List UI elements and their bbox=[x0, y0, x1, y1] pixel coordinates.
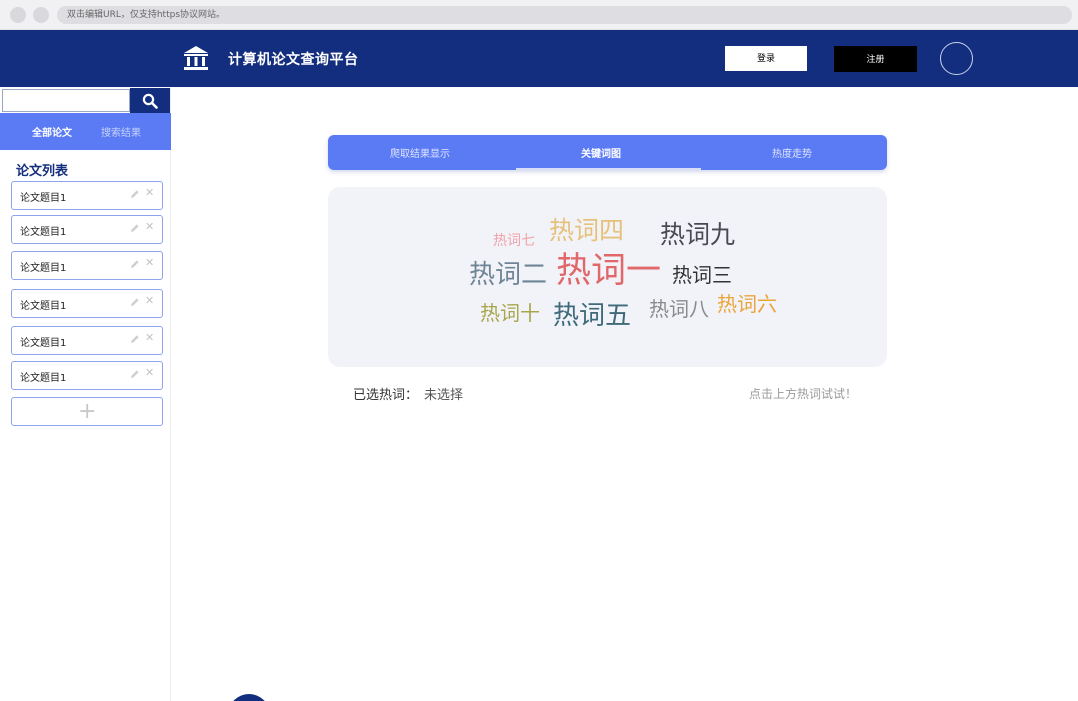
pencil-icon[interactable] bbox=[130, 369, 140, 379]
tab-crawl-results[interactable]: 爬取结果显示 bbox=[390, 145, 450, 160]
close-icon[interactable]: ✕ bbox=[145, 366, 154, 380]
hot-word-9[interactable]: 热词九 bbox=[660, 222, 735, 247]
hot-word-6[interactable]: 热词六 bbox=[717, 294, 777, 314]
register-button[interactable]: 注册 bbox=[834, 46, 917, 72]
tab-trend[interactable]: 热度走势 bbox=[772, 145, 812, 160]
pencil-icon[interactable] bbox=[130, 259, 140, 269]
pencil-icon[interactable] bbox=[130, 334, 140, 344]
paper-title: 论文题目1 bbox=[20, 193, 67, 204]
main-tabs: 爬取结果显示 关键词图 热度走势 bbox=[328, 135, 887, 170]
list-item[interactable]: 论文题目1 ✕ bbox=[11, 326, 163, 355]
paper-list-title: 论文列表 bbox=[16, 164, 69, 179]
app-root: 双击编辑URL，仅支持https协议网站。 计算机论文查询平台 登录 注册 全部… bbox=[0, 0, 1078, 701]
list-item[interactable]: 论文题目1 ✕ bbox=[11, 181, 163, 210]
sidebar: 全部论文 搜索结果 论文列表 论文题目1 ✕ 论文题目1 ✕ 论文题目1 ✕ 论… bbox=[0, 87, 171, 701]
list-item[interactable]: 论文题目1 ✕ bbox=[11, 251, 163, 280]
list-item[interactable]: 论文题目1 ✕ bbox=[11, 289, 163, 318]
search-button[interactable] bbox=[130, 88, 170, 113]
hot-word-1[interactable]: 热词一 bbox=[556, 254, 661, 289]
site-header: 计算机论文查询平台 登录 注册 bbox=[0, 30, 1078, 87]
login-button[interactable]: 登录 bbox=[725, 46, 807, 71]
browser-chrome: 双击编辑URL，仅支持https协议网站。 bbox=[0, 0, 1078, 30]
search-input[interactable] bbox=[2, 89, 130, 112]
bank-building-icon bbox=[184, 46, 208, 70]
paper-title: 论文题目1 bbox=[20, 301, 67, 312]
hot-word-4[interactable]: 热词四 bbox=[549, 218, 624, 243]
tab-all-papers[interactable]: 全部论文 bbox=[32, 124, 72, 139]
list-item[interactable]: 论文题目1 ✕ bbox=[11, 215, 163, 244]
url-bar[interactable]: 双击编辑URL，仅支持https协议网站。 bbox=[57, 6, 1072, 24]
selected-word-label: 已选热词： bbox=[353, 388, 419, 403]
selected-word-value: 未选择 bbox=[424, 388, 464, 403]
close-icon[interactable]: ✕ bbox=[145, 256, 154, 270]
pencil-icon[interactable] bbox=[130, 297, 140, 307]
hot-word-7[interactable]: 热词七 bbox=[493, 234, 535, 248]
paper-title: 论文题目1 bbox=[20, 263, 67, 274]
close-icon[interactable]: ✕ bbox=[145, 331, 154, 345]
hot-word-3[interactable]: 热词三 bbox=[672, 265, 732, 285]
paper-title: 论文题目1 bbox=[20, 227, 67, 238]
user-avatar[interactable] bbox=[940, 42, 973, 75]
window-button-back[interactable] bbox=[10, 7, 26, 23]
paper-title: 论文题目1 bbox=[20, 373, 67, 384]
list-item[interactable]: 论文题目1 ✕ bbox=[11, 361, 163, 390]
floating-action-button[interactable] bbox=[228, 694, 270, 701]
sidebar-tabs: 全部论文 搜索结果 bbox=[0, 113, 171, 150]
search-icon bbox=[142, 93, 158, 109]
pencil-icon[interactable] bbox=[130, 223, 140, 233]
pencil-icon[interactable] bbox=[130, 189, 140, 199]
hot-word-10[interactable]: 热词十 bbox=[480, 303, 540, 323]
hot-word-2[interactable]: 热词二 bbox=[469, 262, 547, 288]
window-button-forward[interactable] bbox=[33, 7, 49, 23]
add-paper-button[interactable]: + bbox=[11, 397, 163, 426]
hot-word-5[interactable]: 热词五 bbox=[553, 303, 631, 329]
paper-title: 论文题目1 bbox=[20, 338, 67, 349]
word-cloud-panel: 热词七 热词四 热词九 热词二 热词一 热词三 热词十 热词五 热词八 热词六 bbox=[328, 187, 887, 367]
close-icon[interactable]: ✕ bbox=[145, 294, 154, 308]
close-icon[interactable]: ✕ bbox=[145, 186, 154, 200]
tab-keyword-map[interactable]: 关键词图 bbox=[581, 145, 621, 160]
hot-word-8[interactable]: 热词八 bbox=[649, 299, 709, 319]
plus-icon: + bbox=[78, 399, 97, 424]
active-tab-indicator bbox=[516, 168, 701, 170]
tab-search-results[interactable]: 搜索结果 bbox=[101, 124, 141, 139]
close-icon[interactable]: ✕ bbox=[145, 220, 154, 234]
site-title: 计算机论文查询平台 bbox=[228, 52, 359, 68]
hint-text: 点击上方热词试试！ bbox=[749, 387, 858, 401]
